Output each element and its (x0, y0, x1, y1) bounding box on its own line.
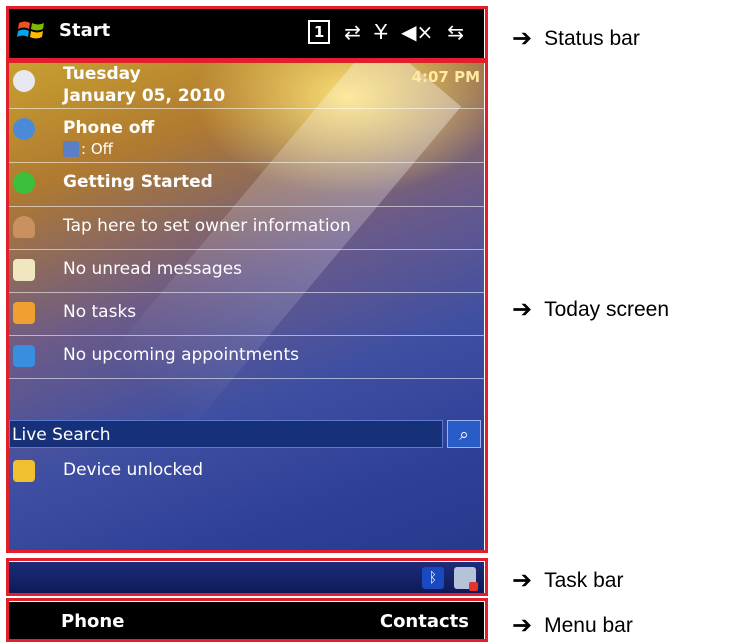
device-lock-label: Device unlocked (63, 460, 204, 480)
appointments-label: No upcoming appointments (63, 345, 299, 365)
menu-bar: Phone Contacts (9, 602, 484, 640)
phone-status: Phone off (63, 118, 155, 138)
padlock-icon (13, 460, 35, 482)
date-label: January 05, 2010 (63, 86, 226, 106)
appointments-row[interactable]: No upcoming appointments (9, 335, 484, 379)
messages-label: No unread messages (63, 259, 243, 279)
getting-started-icon (13, 172, 35, 194)
menu-bar-annotation-label: Menu bar (544, 613, 633, 637)
getting-started-label: Getting Started (63, 172, 213, 192)
owner-icon (13, 216, 35, 238)
bluetooth-small-icon (63, 141, 79, 157)
phone-softkey[interactable]: Phone (61, 611, 124, 632)
status-bar-annotation: ➔ Status bar (512, 24, 640, 53)
date-row[interactable]: Tuesday January 05, 2010 4:07 PM (9, 62, 484, 109)
status-bar-annotation-label: Status bar (544, 26, 640, 50)
status-bar: Start 1 ⇄ Y̶ ◀× ⇆ (9, 8, 484, 58)
no-signal-icon[interactable]: Y̶ (375, 19, 387, 45)
data-sync-icon[interactable]: ⇄ (344, 19, 361, 45)
arrow-right-icon: ➔ (512, 567, 533, 594)
calendar-icon (13, 345, 35, 367)
live-search-input[interactable]: Live Search (9, 420, 443, 448)
arrow-right-icon: ➔ (512, 296, 533, 323)
today-screen-annotation-label: Today screen (544, 297, 670, 321)
start-button[interactable]: Start (17, 17, 110, 43)
task-bar: ᛒ (9, 562, 484, 594)
search-icon[interactable]: ⌕ (447, 420, 481, 448)
phone-row[interactable]: Phone off : Off (9, 108, 484, 163)
today-screen: Tuesday January 05, 2010 4:07 PM Phone o… (9, 62, 484, 550)
owner-info-label: Tap here to set owner information (63, 216, 351, 236)
arrow-right-icon: ➔ (512, 25, 533, 52)
wireless-icon (13, 118, 35, 140)
windows-mobile-device: Start 1 ⇄ Y̶ ◀× ⇆ Tuesday January 05, 20… (0, 0, 490, 643)
day-label: Tuesday (63, 64, 141, 84)
windows-logo-icon (17, 21, 44, 39)
envelope-icon (13, 259, 35, 281)
tasks-row[interactable]: No tasks (9, 292, 484, 336)
tasks-label: No tasks (63, 302, 137, 322)
contacts-softkey[interactable]: Contacts (380, 611, 469, 632)
start-label: Start (59, 19, 111, 41)
sim-1-icon[interactable]: 1 (308, 20, 331, 44)
volume-mute-icon[interactable]: ◀× (401, 19, 433, 45)
live-search: Live Search ⌕ (9, 420, 484, 450)
arrow-right-icon: ➔ (512, 612, 533, 639)
wifi-off-icon[interactable] (454, 567, 478, 591)
battery-charging-icon[interactable]: ⇆ (447, 19, 464, 45)
menu-bar-annotation: ➔ Menu bar (512, 611, 633, 640)
clock-time[interactable]: 4:07 PM (412, 68, 480, 86)
today-screen-annotation: ➔ Today screen (512, 295, 669, 324)
owner-info-row[interactable]: Tap here to set owner information (9, 206, 484, 250)
clock-icon (13, 70, 35, 92)
task-bar-annotation: ➔ Task bar (512, 566, 623, 595)
task-bar-annotation-label: Task bar (544, 568, 624, 592)
device-lock-row[interactable]: Device unlocked (9, 454, 484, 494)
bluetooth-icon[interactable]: ᛒ (422, 567, 444, 589)
bluetooth-status: : Off (81, 140, 113, 158)
messages-row[interactable]: No unread messages (9, 249, 484, 293)
getting-started-row[interactable]: Getting Started (9, 162, 484, 207)
tasks-icon (13, 302, 35, 324)
